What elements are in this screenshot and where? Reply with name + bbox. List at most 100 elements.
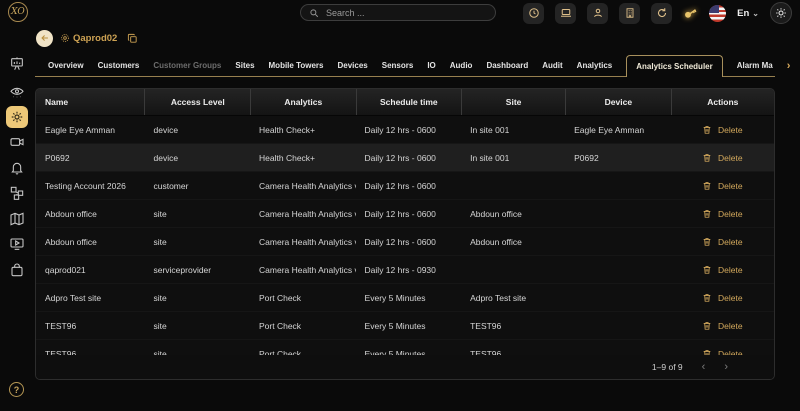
cell-analytics: Camera Health Analytics v2 [259,180,356,191]
table-row[interactable]: P0692 device Health Check+ Daily 12 hrs … [36,144,774,172]
cell-analytics: Port Check [259,292,302,303]
col-header-site: Site [461,89,565,115]
cell-name: Adpro Test site [45,292,102,303]
next-page-button[interactable]: › [724,361,728,373]
tab-audit[interactable]: Audit [542,55,562,76]
language-selector[interactable]: En ⌄ [737,8,759,19]
cell-device: Eagle Eye Amman [574,124,645,135]
pagination-range: 1–9 of 9 [651,362,683,372]
delete-label: Delete [718,292,743,303]
delete-button[interactable]: Delete [702,180,743,191]
delete-button[interactable]: Delete [702,264,743,275]
delete-label: Delete [718,264,743,275]
search-input[interactable] [326,7,487,18]
cell-schedule-time: Every 5 Minutes [364,320,426,331]
search-bar[interactable] [300,4,496,21]
cell-device: P0692 [574,152,599,163]
table-row[interactable]: qaprod021 serviceprovider Camera Health … [36,256,774,284]
tab-overview[interactable]: Overview [48,55,84,76]
delete-button[interactable]: Delete [702,292,743,303]
refresh-button[interactable] [651,2,673,24]
pagination-bar: 1–9 of 9 ‹ › [36,355,774,379]
cell-schedule-time: Daily 12 hrs - 0600 [364,152,436,163]
table-row[interactable]: Eagle Eye Amman device Health Check+ Dai… [36,116,774,144]
brand-logo[interactable]: XO [8,2,28,22]
sidebar-item-notifications-bell-icon[interactable] [9,160,25,176]
cell-access-level: serviceprovider [153,264,212,275]
sidebar-item-topology-nodes-icon[interactable] [9,185,25,201]
tab-audio[interactable]: Audio [450,55,473,76]
cell-analytics: Port Check [259,320,302,331]
cell-site: Abdoun office [470,236,522,247]
table-row[interactable]: Abdoun office site Camera Health Analyti… [36,200,774,228]
cell-schedule-time: Daily 12 hrs - 0600 [364,124,436,135]
tab-sites[interactable]: Sites [235,55,254,76]
cell-access-level: customer [153,180,189,191]
delete-label: Delete [718,152,743,163]
cell-analytics: Camera Health Analytics v2 [259,208,356,219]
col-header-name: Name [45,97,69,107]
tabs-scroll-next-icon[interactable]: › [787,60,797,76]
delete-label: Delete [718,236,743,247]
sidebar-item-camera-icon[interactable] [9,134,25,150]
tab-alarm-management[interactable]: Alarm Ma [737,55,773,76]
access-key-icon[interactable] [683,6,698,21]
cell-access-level: device [153,152,179,163]
delete-button[interactable]: Delete [702,152,743,163]
devices-laptop-button[interactable] [555,2,577,24]
delete-button[interactable]: Delete [702,208,743,219]
sidebar-item-monitoring-eye-icon[interactable] [9,84,25,100]
delete-button[interactable]: Delete [702,124,743,135]
tab-mobile-towers[interactable]: Mobile Towers [269,55,324,76]
provider-badge-icon [60,33,70,43]
history-clock-button[interactable] [523,2,545,24]
previous-page-button[interactable]: ‹ [702,361,706,373]
table-row[interactable]: Abdoun office site Camera Health Analyti… [36,228,774,256]
cell-analytics: Health Check+ [259,124,316,135]
cell-site: In site 001 [470,152,510,163]
sidebar-item-video-wall-icon[interactable] [9,236,25,252]
table-header-row: Name Access Level Analytics Schedule tim… [36,89,774,116]
sidebar-item-assets-bag-icon[interactable] [9,262,25,278]
table-row[interactable]: Adpro Test site site Port Check Every 5 … [36,284,774,312]
help-button[interactable]: ? [9,382,24,397]
delete-label: Delete [718,180,743,191]
sidebar-item-settings-active[interactable] [6,106,28,128]
scheduler-table: Name Access Level Analytics Schedule tim… [35,88,775,380]
cell-site: TEST96 [470,320,502,331]
tab-analytics-scheduler[interactable]: Analytics Scheduler [626,55,723,77]
tab-dashboard[interactable]: Dashboard [486,55,528,76]
tab-io[interactable]: IO [427,55,435,76]
theme-toggle-button[interactable] [770,2,792,24]
col-header-analytics: Analytics [250,89,356,115]
sidebar-item-dashboard-board-icon[interactable] [9,56,25,72]
tab-customers[interactable]: Customers [98,55,140,76]
top-bar: XO En ⌄ [0,0,800,26]
cell-site: Adpro Test site [470,292,527,303]
cell-access-level: device [153,124,179,135]
cell-name: Testing Account 2026 [45,180,126,191]
delete-button[interactable]: Delete [702,236,743,247]
tab-sensors[interactable]: Sensors [382,55,414,76]
tab-analytics[interactable]: Analytics [577,55,613,76]
cell-schedule-time: Daily 12 hrs - 0930 [364,264,436,275]
avatar-back-button[interactable] [36,29,53,47]
delete-label: Delete [718,124,743,135]
tab-customer-groups[interactable]: Customer Groups [153,55,221,76]
tab-devices[interactable]: Devices [337,55,367,76]
account-name: Qaprod02 [73,32,118,44]
delete-button[interactable]: Delete [702,320,743,331]
copy-icon[interactable] [127,33,138,44]
organization-building-button[interactable] [619,2,641,24]
user-row: Qaprod02 [36,29,138,47]
flag-us-icon[interactable] [709,4,727,22]
table-row[interactable]: Testing Account 2026 customer Camera Hea… [36,172,774,200]
table-row[interactable]: TEST96 site Port Check Every 5 Minutes T… [36,312,774,340]
cell-site: In site 001 [470,124,510,135]
sidebar-item-map-icon[interactable] [9,211,25,227]
language-label: En [737,7,750,19]
cell-schedule-time: Daily 12 hrs - 0600 [364,180,436,191]
user-button[interactable] [587,2,609,24]
cell-name: Abdoun office [45,236,97,247]
cell-access-level: site [153,236,167,247]
